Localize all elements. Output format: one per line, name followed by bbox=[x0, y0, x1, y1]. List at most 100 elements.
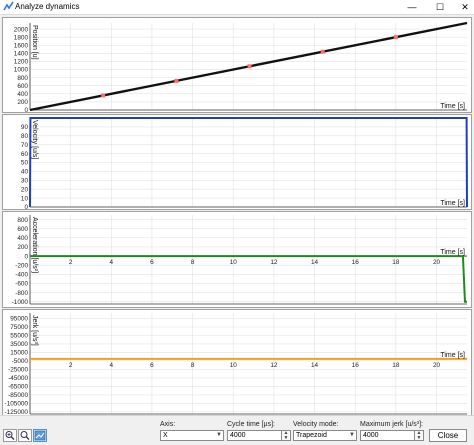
y-axis-label: Acceleration [u/s²] bbox=[31, 217, 38, 273]
x-tick-label: 12 bbox=[270, 259, 278, 266]
x-tick-label: 10 bbox=[230, 362, 238, 369]
y-tick-label: 35000 bbox=[10, 341, 28, 348]
y-tick-label: 55000 bbox=[10, 333, 28, 340]
axis-select[interactable]: X ▼ bbox=[160, 430, 224, 441]
charts-area: 0 200 400 600 800 1000 1200 1400 1600 1800 2000 Pos… bbox=[0, 15, 474, 426]
data-point-marker bbox=[101, 93, 106, 98]
y-tick-label: 1800 bbox=[14, 34, 29, 41]
plot-area bbox=[30, 215, 467, 304]
y-tick-label: 600 bbox=[17, 83, 28, 90]
cycle-time-stepper[interactable]: ▲ ▼ bbox=[282, 430, 291, 441]
max-jerk-stepper[interactable]: ▲ ▼ bbox=[415, 430, 424, 441]
cycle-time-input[interactable]: 4000 bbox=[227, 430, 282, 441]
y-tick-label: 90 bbox=[21, 124, 29, 131]
x-tick-label: 4 bbox=[110, 362, 114, 369]
acceleration-chart-svg: -1000 -800 -600 -400 -200 0 200 400 600 800 2 4 6 8 10… bbox=[12, 215, 467, 306]
magnifier-icon bbox=[20, 431, 30, 440]
x-tick-label: 14 bbox=[311, 362, 319, 369]
zoom-out-button[interactable] bbox=[18, 429, 32, 442]
position-chart[interactable]: 0 200 400 600 800 1000 1200 1400 1600 1800 2000 Pos… bbox=[2, 17, 472, 114]
y-tick-label: 0 bbox=[24, 107, 28, 112]
y-tick-label: -65000 bbox=[8, 384, 28, 391]
acceleration-chart[interactable]: -1000 -800 -600 -400 -200 0 200 400 600 800 2 4 6 8 10… bbox=[2, 211, 472, 308]
x-tick-label: 8 bbox=[191, 259, 195, 266]
stepper-down-icon[interactable]: ▼ bbox=[415, 436, 423, 441]
velocity-chart[interactable]: 0 10 20 30 40 50 60 70 80 90 Velocity [u/s] Time [s… bbox=[2, 114, 472, 211]
x-tick-label: 2 bbox=[69, 259, 73, 266]
y-tick-label: 200 bbox=[17, 244, 28, 251]
data-point-marker bbox=[174, 78, 179, 83]
y-tick-label: -1000 bbox=[12, 299, 29, 306]
minimize-button[interactable]: — bbox=[403, 0, 421, 14]
y-tick-label: 400 bbox=[17, 235, 28, 242]
y-tick-label: 60 bbox=[21, 151, 29, 158]
x-tick-label: 8 bbox=[191, 362, 195, 369]
window-title: Analyze dynamics bbox=[15, 2, 80, 11]
y-tick-label: 800 bbox=[17, 217, 28, 224]
maximize-button[interactable]: ☐ bbox=[431, 0, 449, 14]
y-tick-label: 50 bbox=[21, 160, 29, 167]
zoom-in-button[interactable] bbox=[3, 429, 17, 442]
x-tick-label: 6 bbox=[150, 362, 154, 369]
y-tick-label: 75000 bbox=[10, 324, 28, 331]
y-tick-label: 800 bbox=[17, 75, 28, 82]
y-tick-label: -105000 bbox=[5, 401, 29, 408]
y-tick-label: 0 bbox=[24, 253, 28, 260]
x-tick-label: 14 bbox=[311, 259, 319, 266]
fit-view-button[interactable] bbox=[33, 429, 47, 442]
y-tick-label: -45000 bbox=[8, 375, 28, 382]
max-jerk-input[interactable]: 4000 bbox=[360, 430, 415, 441]
y-axis-label: Jerk [u/s³] bbox=[31, 315, 38, 346]
velocity-mode-value: Trapezoid bbox=[296, 432, 327, 439]
data-point-marker bbox=[247, 64, 252, 69]
x-axis-label: Time [s] bbox=[440, 249, 465, 256]
close-window-button[interactable]: ✕ bbox=[456, 0, 474, 14]
y-tick-label: -25000 bbox=[8, 367, 28, 374]
y-tick-label: 1600 bbox=[14, 42, 29, 49]
y-tick-label: 600 bbox=[17, 226, 28, 233]
x-axis-label: Time [s] bbox=[440, 103, 465, 110]
y-tick-label: -600 bbox=[15, 281, 28, 288]
jerk-chart[interactable]: -125000 -105000 -85000 -65000 -45000 -25000 -5… bbox=[2, 309, 472, 417]
x-tick-label: 18 bbox=[392, 362, 400, 369]
plot-area bbox=[30, 313, 467, 414]
axis-select-value: X bbox=[163, 432, 168, 439]
y-tick-label: 1200 bbox=[14, 59, 29, 66]
x-tick-label: 4 bbox=[110, 259, 114, 266]
app-chart-icon bbox=[3, 1, 14, 11]
velocity-chart-svg: 0102030405060708090 Velocity [u/s]Time [s… bbox=[21, 117, 468, 211]
data-point-marker bbox=[320, 49, 325, 54]
y-tick-label: 70 bbox=[21, 142, 29, 149]
y-axis-label: Velocity [u/s] bbox=[31, 120, 38, 159]
position-chart-svg: 0200400600800100012001400 160018002000 Pos… bbox=[14, 21, 468, 114]
y-tick-label: -85000 bbox=[8, 392, 28, 399]
y-tick-label: -800 bbox=[15, 290, 28, 297]
stepper-down-icon[interactable]: ▼ bbox=[282, 436, 290, 441]
y-tick-label: 10 bbox=[21, 195, 29, 202]
x-tick-label: 20 bbox=[433, 259, 441, 266]
x-tick-label: 10 bbox=[230, 259, 238, 266]
chart-view-icon bbox=[34, 430, 46, 441]
axis-label: Axis: bbox=[160, 421, 176, 428]
title-bar: Analyze dynamics — ☐ ✕ bbox=[0, 0, 474, 15]
max-jerk-label: Maximum jerk [u/s³]: bbox=[360, 421, 424, 428]
velocity-mode-label: Velocity mode: bbox=[293, 421, 339, 428]
x-tick-label: 16 bbox=[352, 362, 360, 369]
close-button[interactable]: Close bbox=[429, 429, 467, 442]
y-tick-label: 0 bbox=[24, 204, 28, 209]
y-tick-label: 20 bbox=[21, 186, 29, 193]
x-tick-label: 6 bbox=[150, 259, 154, 266]
y-tick-label: 400 bbox=[17, 91, 28, 98]
x-tick-label: 16 bbox=[352, 259, 360, 266]
y-tick-label: 80 bbox=[21, 133, 29, 140]
x-tick-label: 20 bbox=[433, 362, 441, 369]
data-point-marker bbox=[393, 35, 398, 40]
y-tick-label: 15000 bbox=[10, 350, 28, 357]
magnifier-plus-icon bbox=[5, 431, 15, 440]
x-tick-label: 12 bbox=[270, 362, 278, 369]
y-tick-label: 200 bbox=[17, 99, 28, 106]
y-tick-label: 95000 bbox=[10, 316, 28, 323]
velocity-mode-select[interactable]: Trapezoid ▼ bbox=[293, 430, 357, 441]
jerk-chart-svg: -125000-105000-85000-65000-45000-25000-5… bbox=[5, 313, 467, 416]
y-tick-label: -400 bbox=[15, 272, 28, 279]
